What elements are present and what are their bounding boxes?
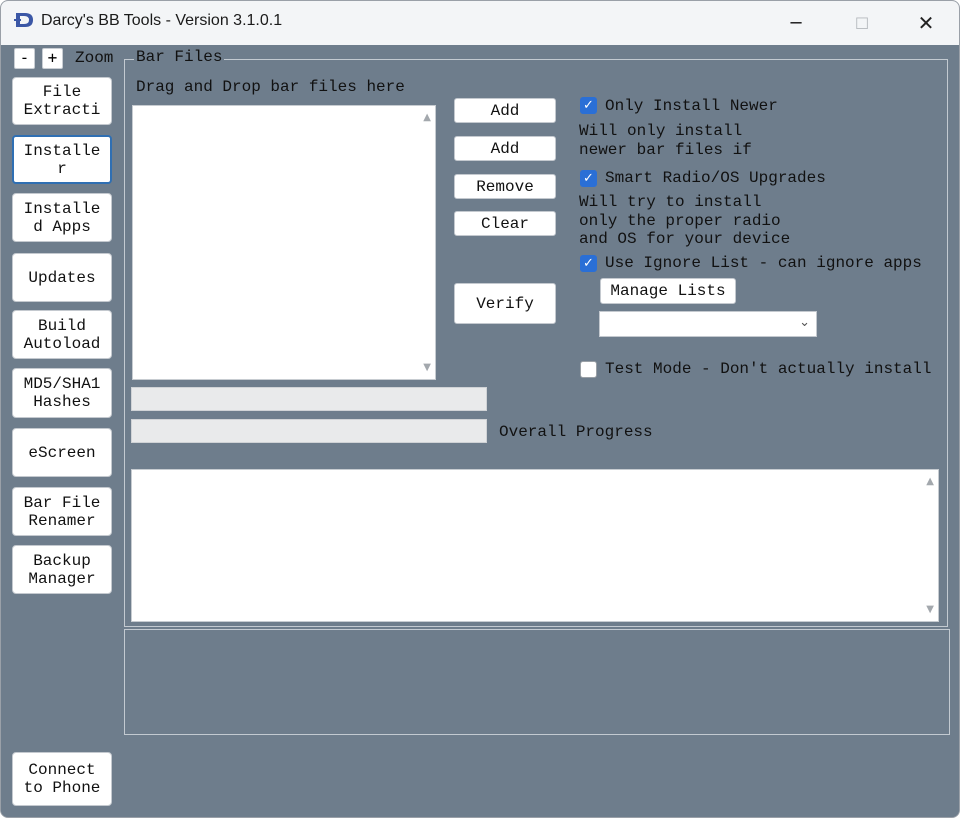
bar-files-legend: Bar Files <box>134 48 225 66</box>
sidebar-item-file-extractor[interactable]: File Extracti <box>12 77 112 125</box>
only-install-newer-desc-1: Will only install <box>579 122 743 140</box>
sidebar-item-escreen[interactable]: eScreen <box>12 428 112 477</box>
app-window: Darcy's BB Tools - Version 3.1.0.1 ─ ☐ ✕… <box>0 0 960 818</box>
add-button[interactable]: Add <box>454 98 556 123</box>
smart-upgrades-desc-3: and OS for your device <box>579 230 791 248</box>
overall-progress-bar <box>131 419 487 443</box>
checkmark-icon: ✓ <box>583 98 594 113</box>
overall-progress-label: Overall Progress <box>499 423 653 441</box>
test-mode-checkbox[interactable] <box>580 361 597 378</box>
sidebar-item-updates[interactable]: Updates <box>12 253 112 302</box>
zoom-label: Zoom <box>75 49 114 67</box>
scroll-down-icon[interactable]: ▼ <box>926 604 934 615</box>
status-panel <box>124 629 950 735</box>
sidebar-item-md5-sha1-hashes[interactable]: MD5/SHA1 Hashes <box>12 368 112 418</box>
only-install-newer-desc-2: newer bar files if <box>579 141 752 159</box>
clear-button[interactable]: Clear <box>454 211 556 236</box>
remove-button[interactable]: Remove <box>454 174 556 199</box>
add-folder-button[interactable]: Add <box>454 136 556 161</box>
ignore-list-checkbox[interactable]: ✓ <box>580 255 597 272</box>
close-button[interactable]: ✕ <box>893 1 959 45</box>
scroll-up-icon[interactable]: ▲ <box>926 476 934 487</box>
sidebar-item-backup-manager[interactable]: Backup Manager <box>12 545 112 594</box>
scroll-up-icon[interactable]: ▲ <box>423 112 431 123</box>
sidebar-item-installer[interactable]: Installe r <box>12 135 112 184</box>
smart-upgrades-desc-1: Will try to install <box>579 193 762 211</box>
chevron-down-icon: ⌄ <box>799 315 810 330</box>
drop-hint-label: Drag and Drop bar files here <box>136 78 405 96</box>
darcy-logo-icon <box>14 13 33 27</box>
zoom-out-button[interactable]: - <box>14 48 35 69</box>
connect-to-phone-button[interactable]: Connect to Phone <box>12 752 112 806</box>
maximize-button[interactable]: ☐ <box>829 1 895 45</box>
scroll-down-icon[interactable]: ▼ <box>423 362 431 373</box>
bar-files-list[interactable]: ▲ ▼ <box>132 105 436 380</box>
install-log-area[interactable]: ▲ ▼ <box>131 469 939 622</box>
sidebar-item-bar-file-renamer[interactable]: Bar File Renamer <box>12 487 112 536</box>
checkmark-icon: ✓ <box>583 256 594 271</box>
manage-lists-button[interactable]: Manage Lists <box>600 278 736 304</box>
only-install-newer-checkbox[interactable]: ✓ <box>580 97 597 114</box>
file-progress-bar <box>131 387 487 411</box>
ignore-list-label: Use Ignore List - can ignore apps <box>605 254 922 272</box>
smart-upgrades-desc-2: only the proper radio <box>579 212 781 230</box>
sidebar-item-build-autoload[interactable]: Build Autoload <box>12 310 112 359</box>
smart-upgrades-label: Smart Radio/OS Upgrades <box>605 169 826 187</box>
minimize-button[interactable]: ─ <box>763 1 829 45</box>
verify-button[interactable]: Verify <box>454 283 556 324</box>
window-title: Darcy's BB Tools - Version 3.1.0.1 <box>41 12 283 29</box>
client-area: - + Zoom File Extracti Installe r Instal… <box>1 45 959 817</box>
checkmark-icon: ✓ <box>583 171 594 186</box>
title-bar[interactable]: Darcy's BB Tools - Version 3.1.0.1 ─ ☐ ✕ <box>1 1 959 45</box>
only-install-newer-label: Only Install Newer <box>605 97 778 115</box>
test-mode-label: Test Mode - Don't actually install <box>605 360 932 378</box>
sidebar-item-installed-apps[interactable]: Installe d Apps <box>12 193 112 242</box>
zoom-in-button[interactable]: + <box>42 48 63 69</box>
smart-upgrades-checkbox[interactable]: ✓ <box>580 170 597 187</box>
ignore-list-select[interactable]: ⌄ <box>599 311 817 337</box>
